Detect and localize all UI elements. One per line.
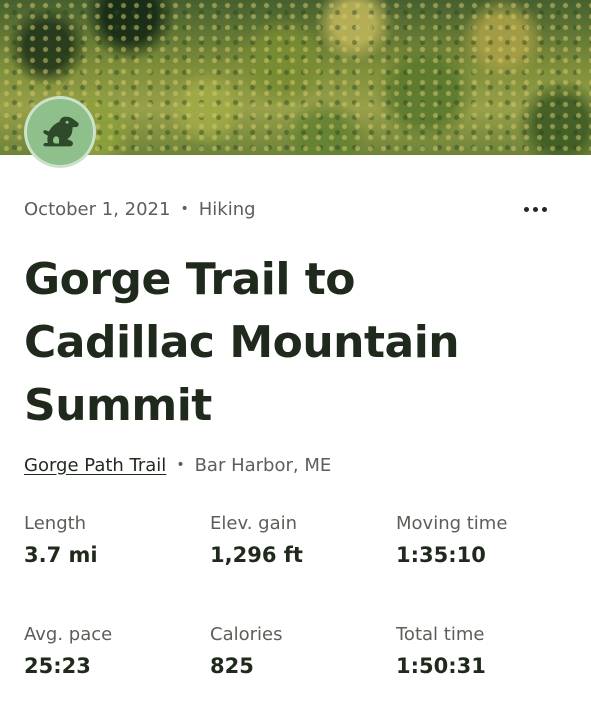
frog-icon: [43, 116, 79, 147]
stat-avg-pace: Avg. pace 25:23: [24, 622, 204, 682]
separator-dot: •: [180, 201, 189, 217]
stat-value: 1,296 ft: [210, 543, 303, 567]
stat-label: Length: [24, 513, 87, 534]
location-text: Bar Harbor, ME: [194, 454, 332, 476]
trail-link[interactable]: Gorge Path Trail: [24, 455, 166, 476]
stat-calories: Calories 825: [210, 622, 390, 682]
location-row: Gorge Path Trail • Bar Harbor, ME: [24, 452, 331, 478]
activity-meta: October 1, 2021 • Hiking: [24, 196, 567, 222]
separator-dot: •: [176, 457, 185, 473]
activity-title: Gorge Trail to Cadillac Mountain Summit: [24, 254, 460, 431]
stat-label: Elev. gain: [210, 513, 298, 534]
activity-detail-page: October 1, 2021 • Hiking Gorge Trail to …: [0, 0, 591, 706]
more-dot-icon: [541, 206, 547, 212]
stat-value: 1:35:10: [396, 543, 486, 567]
stat-value: 825: [210, 654, 254, 678]
more-dot-icon: [532, 206, 538, 212]
stat-elevation-gain: Elev. gain 1,296 ft: [210, 511, 390, 571]
more-dot-icon: [523, 206, 529, 212]
stat-value: 25:23: [24, 654, 91, 678]
stat-value: 3.7 mi: [24, 543, 98, 567]
stat-label: Total time: [396, 624, 485, 645]
activity-type: Hiking: [198, 198, 256, 220]
stat-length: Length 3.7 mi: [24, 511, 204, 571]
stat-label: Calories: [210, 624, 283, 645]
activity-date: October 1, 2021: [24, 198, 171, 220]
user-avatar[interactable]: [24, 96, 96, 168]
stat-label: Moving time: [396, 513, 508, 534]
stat-label: Avg. pace: [24, 624, 113, 645]
stat-moving-time: Moving time 1:35:10: [396, 511, 576, 571]
stat-value: 1:50:31: [396, 654, 486, 678]
more-options-button[interactable]: [515, 196, 555, 222]
stat-total-time: Total time 1:50:31: [396, 622, 576, 682]
